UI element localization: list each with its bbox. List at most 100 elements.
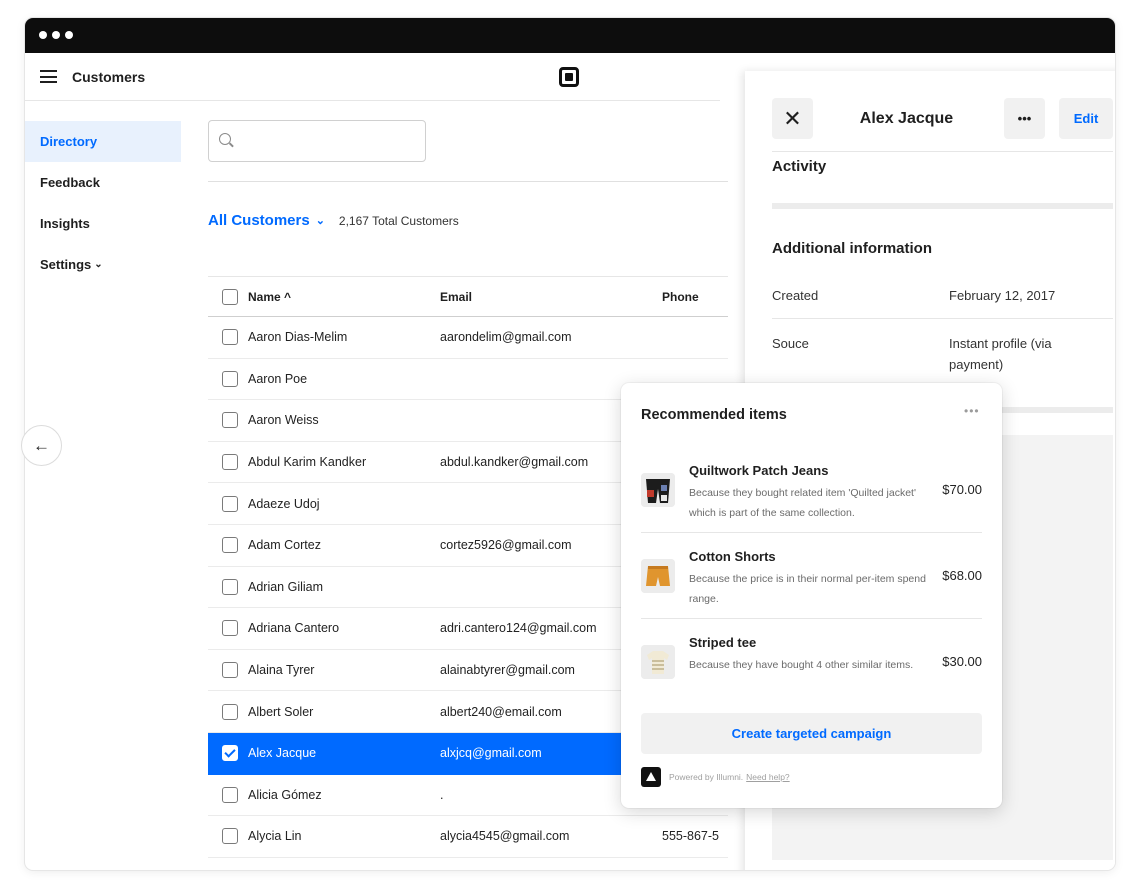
customer-email: alainabtyrer@gmail.com <box>440 663 575 678</box>
shorts-thumbnail-icon <box>641 559 675 593</box>
sidebar-item-feedback[interactable]: Feedback <box>25 162 181 203</box>
customer-name: Abdul Karim Kandker <box>248 455 367 470</box>
column-label: Name <box>248 289 281 304</box>
sort-ascending-icon: ^ <box>284 289 292 304</box>
recommended-items-card: Recommended items ••• Quiltwork Patch Je… <box>621 383 1002 808</box>
create-campaign-button[interactable]: Create targeted campaign <box>641 713 982 754</box>
square-logo-icon <box>559 67 579 87</box>
sidebar-nav: Directory Feedback Insights Settings ⌄ <box>25 121 181 285</box>
row-checkbox[interactable] <box>222 745 238 762</box>
tee-thumbnail-icon <box>641 645 675 679</box>
item-name: Cotton Shorts <box>689 549 776 564</box>
customer-email: cortez5926@gmail.com <box>440 538 572 553</box>
hamburger-menu-icon[interactable] <box>40 70 57 83</box>
chevron-down-icon[interactable]: ⌄ <box>316 214 325 227</box>
total-customers-count: 2,167 Total Customers <box>338 213 459 228</box>
all-customers-dropdown[interactable]: All Customers <box>208 212 310 229</box>
back-button[interactable]: ← <box>21 425 62 466</box>
item-reason: Because they bought related item 'Quilte… <box>689 487 916 519</box>
row-checkbox[interactable] <box>222 703 238 720</box>
created-value: February 12, 2017 <box>949 288 1056 303</box>
divider <box>641 618 982 619</box>
top-bar: Customers <box>25 53 720 101</box>
activity-placeholder <box>772 203 1113 209</box>
title-bar <box>25 18 1115 53</box>
sidebar-item-insights[interactable]: Insights <box>25 203 181 244</box>
column-header-name[interactable]: Name ^ <box>248 290 291 304</box>
recommended-items-title: Recommended items <box>641 407 787 423</box>
column-header-email[interactable]: Email <box>440 290 472 304</box>
row-checkbox[interactable] <box>222 454 238 471</box>
table-header: Name ^ Email Phone <box>208 276 728 317</box>
created-label: Created <box>772 288 819 303</box>
app-title: Customers <box>72 69 146 85</box>
customer-email: adri.cantero124@gmail.com <box>440 621 597 636</box>
customer-email: albert240@email.com <box>440 704 562 719</box>
divider <box>641 532 982 533</box>
row-checkbox[interactable] <box>222 620 238 637</box>
row-checkbox[interactable] <box>222 495 238 512</box>
divider <box>772 151 1113 152</box>
source-label: Souce <box>772 336 809 351</box>
select-all-checkbox[interactable] <box>222 288 238 305</box>
powered-by-text: Powered by Illumni. <box>669 772 744 782</box>
row-checkbox[interactable] <box>222 329 238 346</box>
customer-email: alycia4545@gmail.com <box>440 829 570 844</box>
additional-info-heading: Additional information <box>772 240 932 257</box>
customer-email: alxjcq@gmail.com <box>440 746 542 761</box>
table-row[interactable]: Aaron Dias-Melim aarondelim@gmail.com <box>208 317 728 359</box>
customer-email: aarondelim@gmail.com <box>440 330 572 345</box>
row-checkbox[interactable] <box>222 412 238 429</box>
row-checkbox[interactable] <box>222 370 238 387</box>
more-options-icon[interactable]: ••• <box>964 404 980 418</box>
customer-name: Adriana Cantero <box>248 621 340 636</box>
row-checkbox[interactable] <box>222 537 238 554</box>
column-header-phone[interactable]: Phone <box>662 290 699 304</box>
jeans-thumbnail-icon <box>641 473 675 507</box>
item-reason: Because they have bought 4 other similar… <box>689 659 914 671</box>
item-price: $30.00 <box>942 654 982 669</box>
sidebar-item-directory[interactable]: Directory <box>25 121 181 162</box>
source-value: Instant profile (via payment) <box>949 336 1052 372</box>
search-input[interactable] <box>239 131 419 151</box>
customer-phone: 555-867-5 <box>662 829 719 844</box>
divider <box>208 181 728 182</box>
item-name: Striped tee <box>689 635 757 650</box>
activity-heading: Activity <box>772 158 827 175</box>
customer-name: Alaina Tyrer <box>248 663 315 678</box>
customer-name: Alicia Gómez <box>248 787 322 802</box>
sidebar-item-label: Insights <box>40 216 90 231</box>
row-checkbox[interactable] <box>222 828 238 845</box>
customer-name: Adaeze Udoj <box>248 496 320 511</box>
customer-filter: All Customers ⌄ 2,167 Total Customers <box>208 212 459 229</box>
customer-email: . <box>440 787 444 802</box>
item-reason: Because the price is in their normal per… <box>689 573 926 605</box>
chevron-down-icon: ⌄ <box>94 259 103 270</box>
item-name: Quiltwork Patch Jeans <box>689 463 829 478</box>
customer-name: Aaron Weiss <box>248 413 319 428</box>
customer-name: Adam Cortez <box>248 538 321 553</box>
sidebar-item-label: Directory <box>40 134 98 149</box>
arrow-left-icon: ← <box>33 435 50 455</box>
need-help-link[interactable]: Need help? <box>746 772 789 782</box>
customer-name: Alycia Lin <box>248 829 302 844</box>
item-price: $70.00 <box>942 482 982 497</box>
item-price: $68.00 <box>942 568 982 583</box>
search-icon <box>219 133 231 145</box>
more-options-button[interactable]: ••• <box>1004 98 1045 139</box>
row-checkbox[interactable] <box>222 786 238 803</box>
edit-button[interactable]: Edit <box>1059 98 1113 139</box>
sidebar-item-settings[interactable]: Settings ⌄ <box>25 244 181 285</box>
search-box[interactable] <box>208 120 426 162</box>
customer-name: Aaron Dias-Melim <box>248 330 348 345</box>
divider <box>772 318 1113 319</box>
customer-name: Albert Soler <box>248 704 314 719</box>
table-row[interactable]: Alycia Lin alycia4545@gmail.com 555-867-5 <box>208 816 728 858</box>
window-controls[interactable] <box>39 31 73 39</box>
sidebar-item-label: Settings <box>40 257 92 272</box>
illumni-logo-icon <box>641 767 661 787</box>
row-checkbox[interactable] <box>222 578 238 595</box>
row-checkbox[interactable] <box>222 662 238 679</box>
sidebar-item-label: Feedback <box>40 175 100 190</box>
customer-email: abdul.kandker@gmail.com <box>440 455 589 470</box>
